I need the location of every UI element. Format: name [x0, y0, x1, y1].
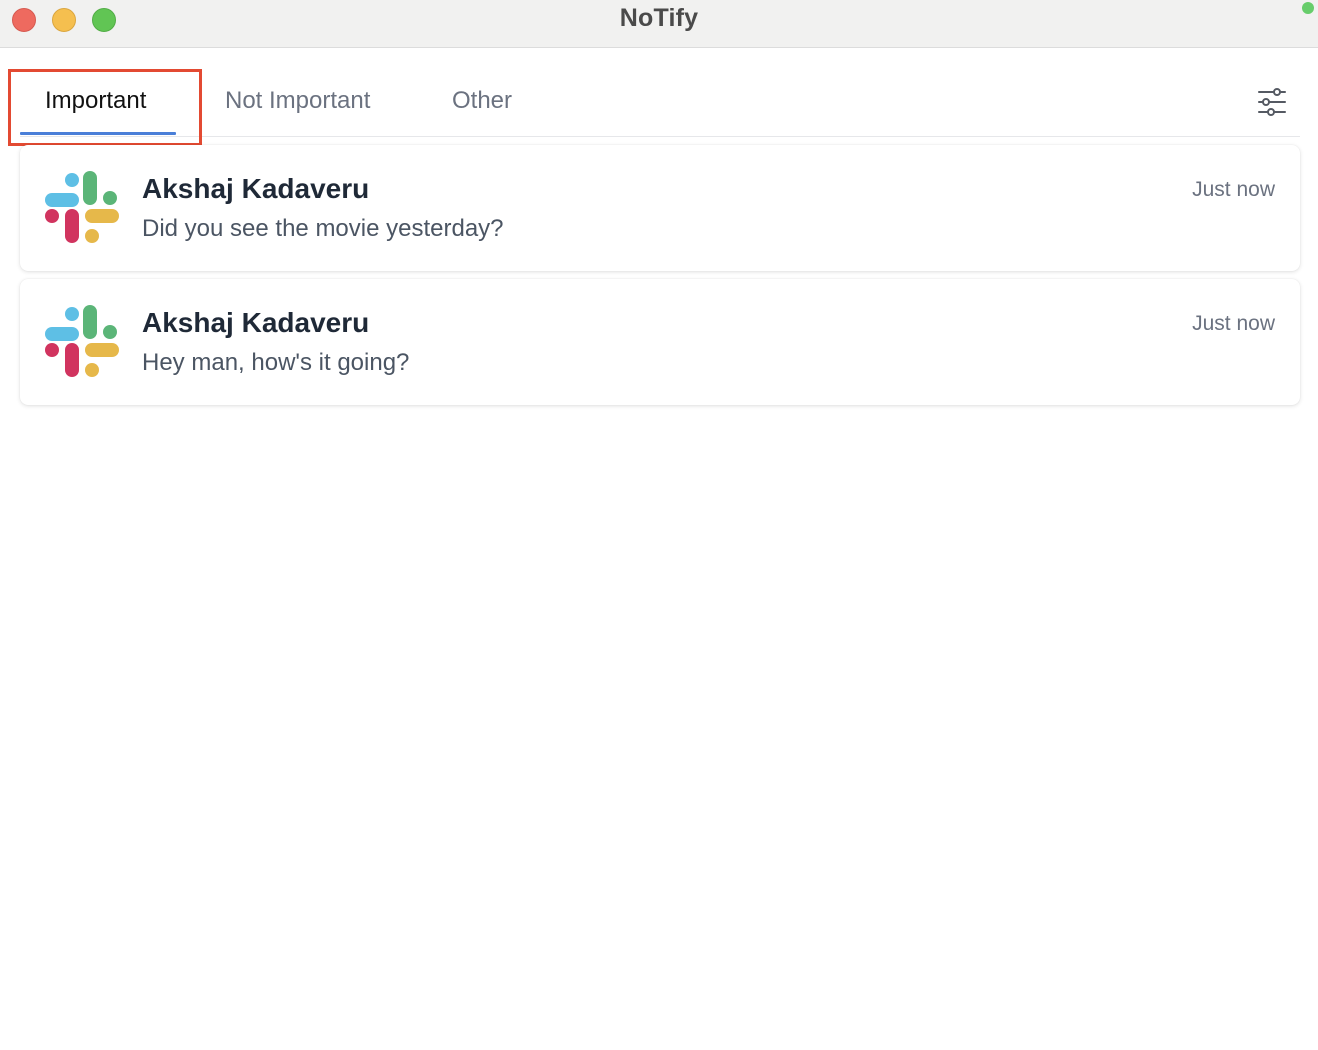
window-title: NoTify	[619, 4, 699, 32]
filter-settings-button[interactable]	[1257, 88, 1287, 116]
tab-other[interactable]: Other	[452, 87, 512, 115]
title-bar: NoTify	[0, 0, 1318, 48]
notification-time: Just now	[1192, 178, 1275, 201]
notification-time: Just now	[1192, 312, 1275, 335]
slack-icon	[45, 171, 119, 243]
notification-sender: Akshaj Kadaveru	[142, 173, 370, 204]
tab-bar: Important Not Important Other	[20, 49, 1300, 137]
tab-not-important[interactable]: Not Important	[225, 87, 370, 115]
sliders-icon	[1258, 88, 1286, 116]
slack-icon	[45, 305, 119, 377]
status-indicator	[1302, 2, 1314, 14]
notification-message: Hey man, how's it going?	[142, 349, 410, 376]
notification-message: Did you see the movie yesterday?	[142, 215, 504, 242]
notification-card[interactable]: Akshaj Kadaveru Did you see the movie ye…	[20, 145, 1300, 271]
notification-sender: Akshaj Kadaveru	[142, 307, 370, 338]
notification-card[interactable]: Akshaj Kadaveru Hey man, how's it going?…	[20, 279, 1300, 405]
app-window: NoTify Important Not Important Other Aks…	[0, 0, 1318, 1050]
tab-highlight-box	[8, 69, 202, 146]
